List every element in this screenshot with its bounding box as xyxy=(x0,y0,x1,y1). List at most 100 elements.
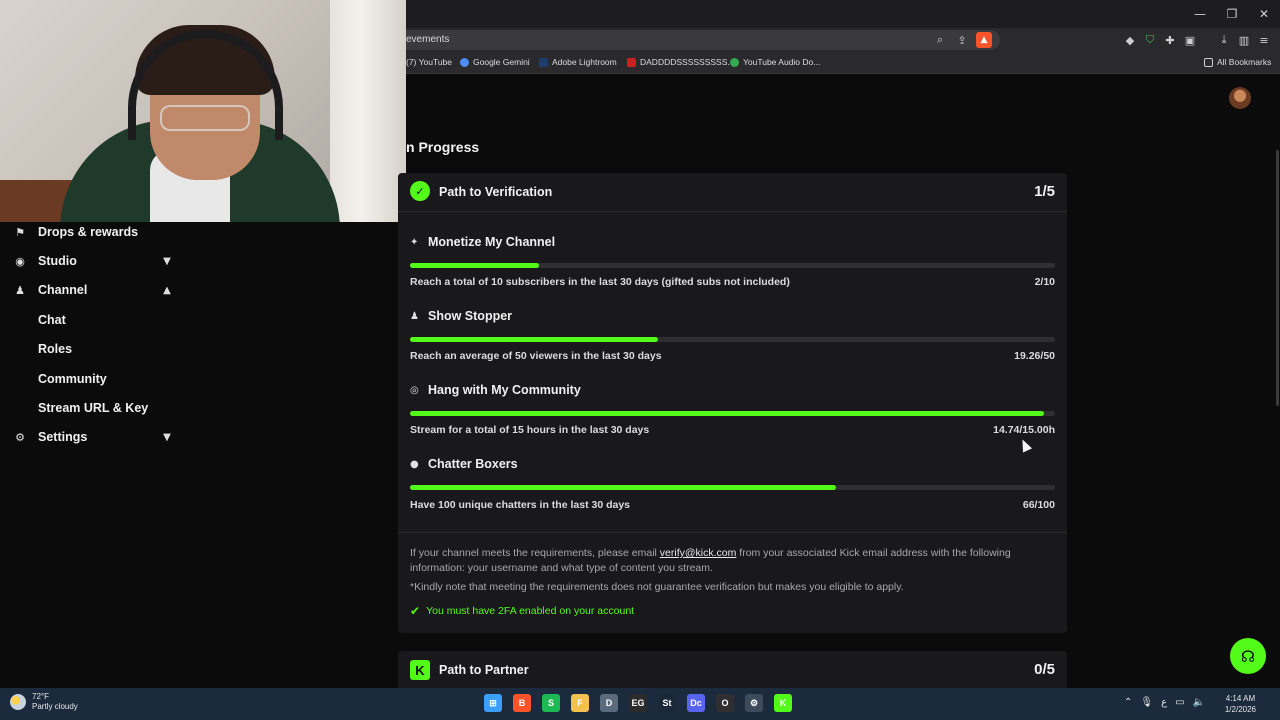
sidebar-item-channel[interactable]: ♟ Channel xyxy=(14,279,87,301)
chevron-up-icon[interactable]: ⌃ xyxy=(1124,697,1132,708)
address-bar-text[interactable]: evements xyxy=(406,34,449,45)
goal-description: Have 100 unique chatters in the last 30 … xyxy=(410,499,631,511)
goal-value: 2/10 xyxy=(1034,276,1055,288)
progress-track xyxy=(410,337,1055,342)
goal-value: 19.26/50 xyxy=(1014,350,1055,362)
goal-title-label: Monetize My Channel xyxy=(428,235,556,249)
bookmark-daddd[interactable]: DADDDDSSSSSSSSS... xyxy=(627,57,734,67)
windows-start-icon[interactable]: ⊞ xyxy=(484,694,502,712)
discord-icon[interactable]: Dc xyxy=(687,694,705,712)
brave-shields-icon[interactable]: ▲ xyxy=(976,32,992,48)
broadcast-icon: ◎ xyxy=(410,384,419,396)
folder-icon xyxy=(1204,57,1213,67)
goal-title: ✦ Monetize My Channel xyxy=(410,235,555,249)
file-explorer-icon[interactable]: F xyxy=(571,694,589,712)
sidebar-item-chat[interactable]: Chat xyxy=(38,313,66,327)
browser-right-tools: ◆ ⛉ ✚ ▣ ⤓ ▥ ≡ xyxy=(1122,32,1272,48)
wallet-icon[interactable]: ◆ xyxy=(1122,32,1138,48)
system-tray: ⌃ 🎙 ع ▭ 🔈 xyxy=(1124,697,1205,708)
address-bar[interactable] xyxy=(360,30,1000,50)
sidebar-item-label: Drops & rewards xyxy=(38,225,139,239)
kick-app-icon[interactable]: K xyxy=(774,694,792,712)
sidebar-toggle-icon[interactable]: ▥ xyxy=(1236,32,1252,48)
screenshot-icon[interactable]: ▣ xyxy=(1182,32,1198,48)
obs-icon[interactable]: O xyxy=(716,694,734,712)
support-headset-button[interactable]: ☊ xyxy=(1230,638,1266,674)
goal-description: Reach a total of 10 subscribers in the l… xyxy=(410,276,790,288)
sidebar-item-stream-key[interactable]: Stream URL & Key xyxy=(38,401,148,415)
settings-app-icon[interactable]: ⚙ xyxy=(745,694,763,712)
partly-cloudy-icon xyxy=(10,694,26,710)
network-icon[interactable]: ▭ xyxy=(1175,697,1184,708)
user-avatar[interactable] xyxy=(1229,87,1251,109)
kick-logo-icon: K xyxy=(410,660,430,680)
chevron-up-icon[interactable]: ▲ xyxy=(160,283,174,297)
bookmark-label: Adobe Lightroom xyxy=(552,57,617,67)
checkmark-icon: ✔ xyxy=(410,604,421,618)
speaker-icon[interactable]: 🔈 xyxy=(1193,697,1205,708)
bookmark-youtube[interactable]: (7) YouTube xyxy=(406,57,452,67)
steam-icon[interactable]: St xyxy=(658,694,676,712)
extensions-icon[interactable]: ✚ xyxy=(1162,32,1178,48)
chat-bubble-icon: ● xyxy=(410,458,419,470)
sidebar-item-roles[interactable]: Roles xyxy=(38,342,72,356)
webcam-person xyxy=(160,105,250,131)
sidebar-item-studio[interactable]: ◉ Studio xyxy=(14,250,77,272)
chevron-down-icon[interactable]: ▼ xyxy=(160,430,174,444)
weather-widget[interactable]: 72°F Partly cloudy xyxy=(10,692,78,712)
chevron-down-icon[interactable]: ▼ xyxy=(160,254,174,268)
bookmark-yt-audio[interactable]: YouTube Audio Do... xyxy=(730,57,820,67)
sidebar-item-community[interactable]: Community xyxy=(38,372,107,386)
camera-icon: ◉ xyxy=(15,254,25,268)
verify-email-link[interactable]: verify@kick.com xyxy=(660,547,737,559)
progress-track xyxy=(410,411,1055,416)
sidebar-item-drops[interactable]: ⚑ Drops & rewards xyxy=(14,221,138,243)
verification-count: 1/5 xyxy=(1034,183,1055,200)
goal-title: ● Chatter Boxers xyxy=(410,457,518,471)
red-bookmark-icon xyxy=(627,57,636,67)
window-controls: — ❐ ✕ xyxy=(1184,0,1280,28)
viewers-icon: ♟ xyxy=(410,310,419,322)
all-bookmarks-label: All Bookmarks xyxy=(1217,57,1272,67)
page-scrollbar[interactable] xyxy=(1276,150,1279,406)
verification-info: If your channel meets the requirements, … xyxy=(410,546,1055,575)
verified-badge-icon: ✓ xyxy=(410,181,430,201)
weather-condition: Partly cloudy xyxy=(32,702,78,711)
verification-title: Path to Verification xyxy=(439,185,553,199)
davinci-icon[interactable]: D xyxy=(600,694,618,712)
goal-title-label: Chatter Boxers xyxy=(428,457,518,471)
webcam-background xyxy=(330,0,406,222)
twofa-requirement: ✔ You must have 2FA enabled on your accou… xyxy=(410,604,634,618)
restore-button[interactable]: ❐ xyxy=(1216,0,1248,28)
bookmark-lightroom[interactable]: Adobe Lightroom xyxy=(539,57,617,67)
menu-icon[interactable]: ≡ xyxy=(1256,32,1272,48)
info-text: If your channel meets the requirements, … xyxy=(410,547,660,559)
epic-games-icon[interactable]: EG xyxy=(629,694,647,712)
card-divider xyxy=(398,532,1067,533)
spotify-icon[interactable]: S xyxy=(542,694,560,712)
progress-fill xyxy=(410,411,1045,416)
clock-date: 1/2/2026 xyxy=(1224,705,1256,714)
progress-track xyxy=(410,263,1055,268)
microphone-icon[interactable]: 🎙 xyxy=(1140,697,1153,708)
temperature: 72°F xyxy=(32,692,49,701)
yt-audio-icon xyxy=(730,57,739,67)
sidebar-item-label: Channel xyxy=(38,283,88,297)
brave-icon[interactable]: B xyxy=(513,694,531,712)
progress-track xyxy=(410,485,1055,490)
keyboard-layout-icon[interactable]: ع xyxy=(1161,697,1167,708)
all-bookmarks[interactable]: All Bookmarks xyxy=(1204,57,1271,67)
twofa-label: You must have 2FA enabled on your accoun… xyxy=(426,605,635,617)
bookmark-label: (7) YouTube xyxy=(406,57,452,67)
weather-text: 72°F Partly cloudy xyxy=(32,692,78,712)
download-icon[interactable]: ⤓ xyxy=(1216,32,1232,48)
share-icon[interactable]: ⇪ xyxy=(954,32,970,48)
minimize-button[interactable]: — xyxy=(1184,0,1216,28)
bookmark-gemini[interactable]: Google Gemini xyxy=(460,57,530,67)
taskbar-clock[interactable]: 4:14 AM 1/2/2026 xyxy=(1225,693,1256,715)
zoom-icon[interactable]: ⌕ xyxy=(932,32,948,48)
sidebar-item-settings[interactable]: ⚙ Settings xyxy=(14,426,87,448)
vpn-shield-icon[interactable]: ⛉ xyxy=(1142,32,1158,48)
close-window-button[interactable]: ✕ xyxy=(1248,0,1280,28)
